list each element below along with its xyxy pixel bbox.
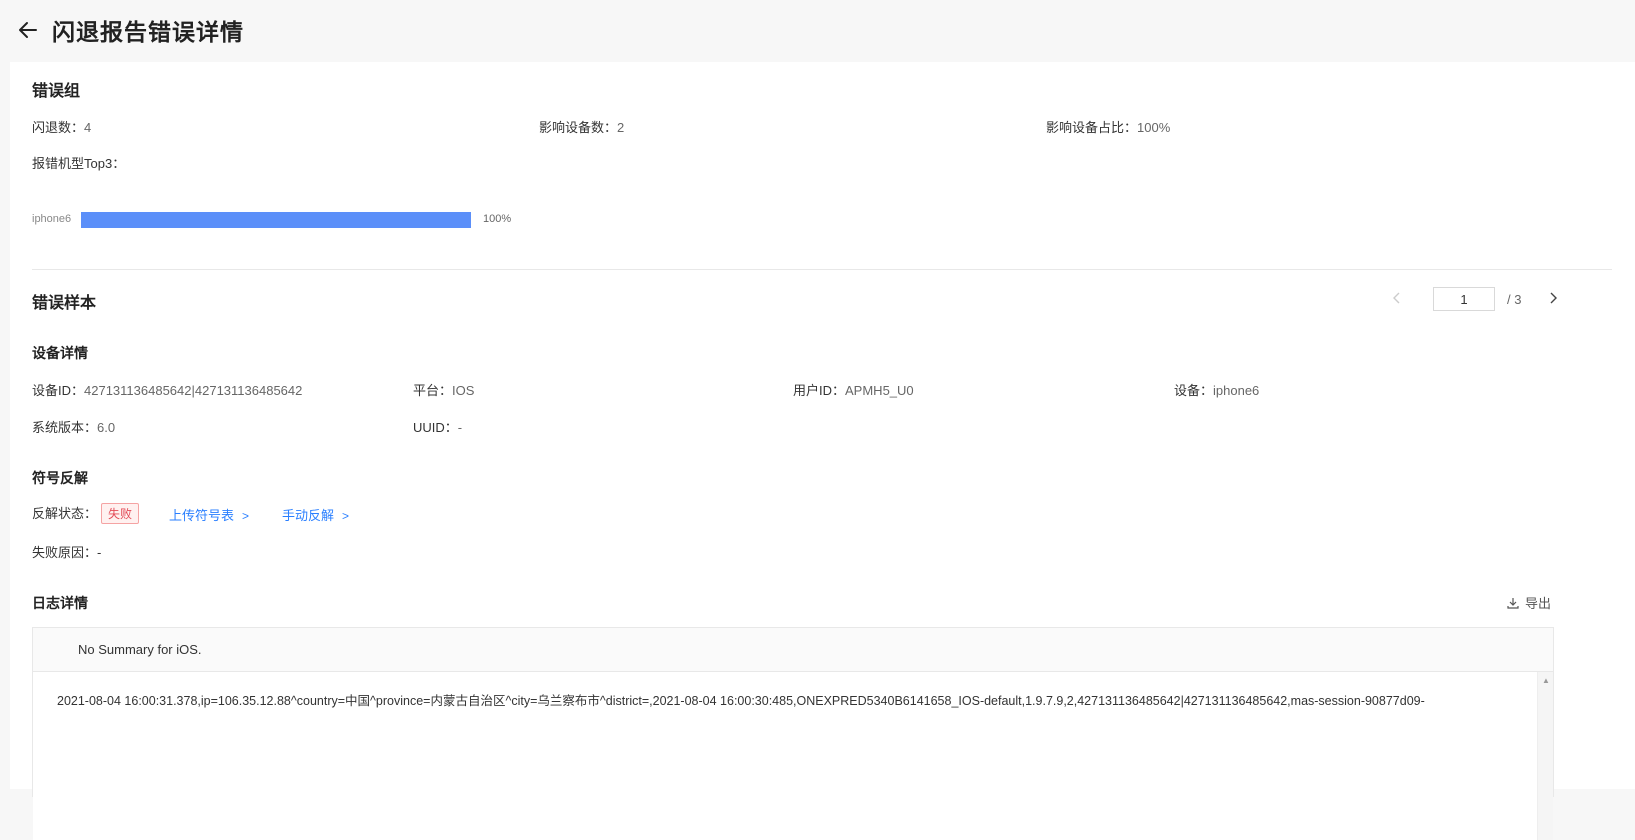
crash-count: 闪退数：4 [32,117,91,136]
platform: 平台：IOS [413,380,474,399]
affected-ratio-value: 100% [1137,120,1171,135]
user-id-value: APMH5_U0 [845,383,914,398]
log-scrollbar[interactable]: ▲ [1537,672,1553,840]
bar-model-label: iphone6 [32,213,72,225]
error-sample-title: 错误样本 [32,295,97,312]
device: 设备：iphone6 [1174,380,1259,399]
fail-reason-value: - [97,545,102,560]
platform-label: 平台： [413,383,453,398]
uuid-label: UUID： [413,420,458,435]
log-box: No Summary for iOS. 2021-08-04 16:00:31.… [32,627,1554,840]
symbolication-status: 反解状态： 失败 [32,503,140,524]
top-models-label: 报错机型Top3： [32,156,126,171]
symbolication-title: 符号反解 [32,470,88,486]
bar-fill [81,212,471,228]
log-summary: No Summary for iOS. [33,628,1553,672]
scroll-up-icon[interactable]: ▲ [1538,672,1554,688]
device-label: 设备： [1174,383,1214,398]
next-page-icon[interactable] [1543,292,1563,307]
upload-symbols-label: 上传符号表 [169,508,235,523]
upload-symbols-link[interactable]: 上传符号表 > [169,505,249,524]
fail-reason: 失败原因：- [32,542,101,561]
user-id: 用户ID：APMH5_U0 [793,380,914,399]
os-version-label: 系统版本： [32,420,98,435]
top-bar: 闪退报告错误详情 [0,0,1635,60]
chevron-right-icon: > [342,509,350,523]
fail-reason-label: 失败原因： [32,545,98,560]
page-title: 闪退报告错误详情 [52,19,244,45]
user-id-label: 用户ID： [793,383,846,398]
export-button[interactable]: 导出 [1507,593,1551,612]
affected-ratio-label: 影响设备占比： [1046,120,1138,135]
total-pages: 3 [1514,291,1522,307]
os-version-value: 6.0 [97,420,116,435]
affected-devices-value: 2 [617,120,625,135]
platform-value: IOS [452,383,475,398]
log-details-title: 日志详情 [32,595,88,611]
section-divider [32,269,1612,270]
manual-symbolicate-label: 手动反解 [282,508,335,523]
export-label: 导出 [1525,596,1552,611]
log-line: 2021-08-04 16:00:31.378,ip=106.35.12.88^… [57,694,1425,708]
detail-panel: 错误组 闪退数：4 影响设备数：2 影响设备占比：100% 报错机型Top3： … [10,62,1635,840]
uuid-value: - [457,420,463,435]
bar-track [81,212,471,228]
prev-page-icon[interactable] [1387,292,1407,307]
crash-count-label: 闪退数： [32,120,85,135]
affected-devices: 影响设备数：2 [539,117,624,136]
back-arrow-icon[interactable] [16,18,40,42]
device-id-label: 设备ID： [32,383,85,398]
device-value: iphone6 [1213,383,1260,398]
status-label: 反解状态： [32,506,98,521]
status-badge: 失败 [101,503,140,524]
chevron-right-icon: > [242,509,250,523]
crash-count-value: 4 [84,120,92,135]
device-id-value: 427131136485642|427131136485642 [84,383,303,398]
error-group-title: 错误组 [32,83,81,100]
sample-pager: / 3 [1387,287,1563,311]
os-version: 系统版本：6.0 [32,417,115,436]
uuid: UUID：- [413,417,462,436]
log-body[interactable]: 2021-08-04 16:00:31.378,ip=106.35.12.88^… [33,672,1553,840]
page-number-input[interactable] [1433,287,1495,311]
bar-percent-label: 100% [483,213,512,225]
manual-symbolicate-link[interactable]: 手动反解 > [282,505,349,524]
device-id: 设备ID：427131136485642|427131136485642 [32,380,302,399]
device-details-title: 设备详情 [32,345,88,361]
affected-devices-label: 影响设备数： [539,120,618,135]
affected-ratio: 影响设备占比：100% [1046,117,1170,136]
pager-separator: / 3 [1507,291,1522,307]
download-icon [1507,597,1519,609]
